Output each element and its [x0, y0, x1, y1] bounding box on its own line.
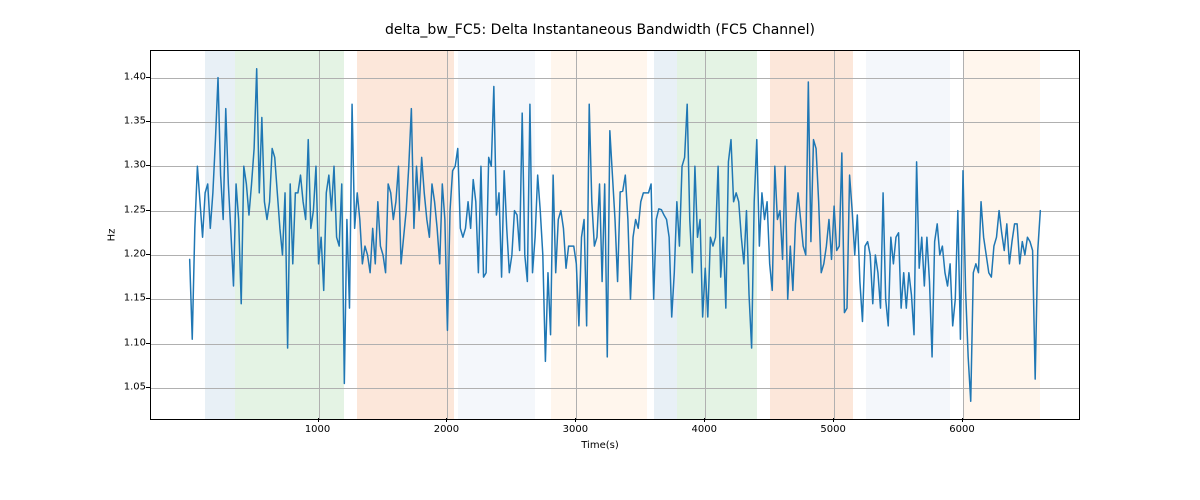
y-tick-mark — [146, 210, 150, 211]
y-tick-mark — [146, 387, 150, 388]
x-tick-mark — [704, 418, 705, 422]
x-tick-label: 5000 — [820, 424, 845, 435]
y-tick-label: 1.35 — [96, 115, 146, 126]
y-tick-mark — [146, 165, 150, 166]
y-tick-label: 1.15 — [96, 293, 146, 304]
y-tick-mark — [146, 121, 150, 122]
x-tick-label: 2000 — [434, 424, 459, 435]
line-series — [151, 51, 1079, 419]
chart-title: delta_bw_FC5: Delta Instantaneous Bandwi… — [0, 22, 1200, 38]
y-axis-label: Hz — [107, 229, 118, 242]
y-tick-label: 1.05 — [96, 381, 146, 392]
y-tick-label: 1.10 — [96, 337, 146, 348]
plot-area — [150, 50, 1080, 420]
y-tick-mark — [146, 298, 150, 299]
x-tick-label: 4000 — [691, 424, 716, 435]
y-tick-mark — [146, 77, 150, 78]
y-tick-label: 1.40 — [96, 71, 146, 82]
y-tick-label: 1.20 — [96, 248, 146, 259]
x-tick-label: 3000 — [563, 424, 588, 435]
x-axis-label: Time(s) — [0, 440, 1200, 451]
y-tick-mark — [146, 343, 150, 344]
x-tick-label: 1000 — [305, 424, 330, 435]
x-tick-mark — [318, 418, 319, 422]
x-tick-mark — [446, 418, 447, 422]
y-tick-label: 1.25 — [96, 204, 146, 215]
x-tick-mark — [962, 418, 963, 422]
y-tick-label: 1.30 — [96, 160, 146, 171]
y-tick-mark — [146, 254, 150, 255]
x-tick-label: 6000 — [949, 424, 974, 435]
chart-figure: delta_bw_FC5: Delta Instantaneous Bandwi… — [0, 0, 1200, 500]
x-tick-mark — [575, 418, 576, 422]
x-tick-mark — [833, 418, 834, 422]
